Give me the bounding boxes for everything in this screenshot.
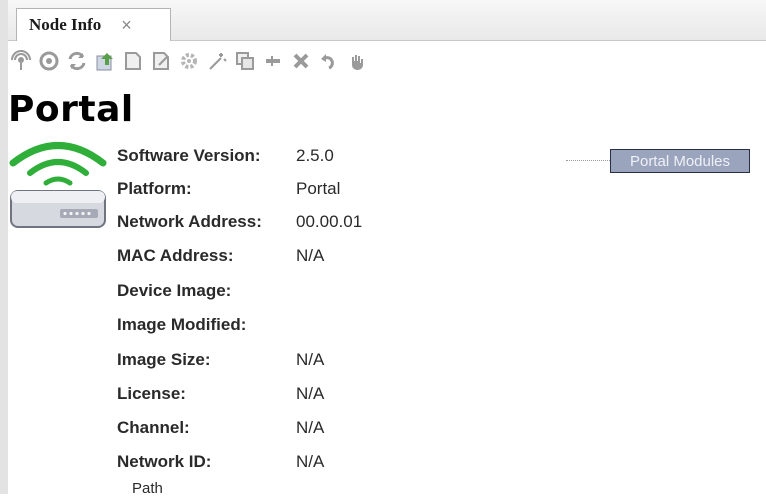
mac-address-value: N/A (296, 246, 325, 265)
delete-icon[interactable] (288, 48, 314, 74)
window-frame (0, 0, 8, 494)
network-id-label: Network ID: (117, 452, 212, 471)
refresh-icon[interactable] (64, 48, 90, 74)
portal-modules-node[interactable]: Portal Modules (610, 149, 750, 173)
tab-node-info[interactable]: Node Info × (16, 8, 171, 41)
device-image-label: Device Image: (117, 281, 232, 300)
document-edit-icon[interactable] (148, 48, 174, 74)
undo-icon[interactable] (316, 48, 342, 74)
gear-icon[interactable] (176, 48, 202, 74)
license-value: N/A (296, 384, 325, 403)
network-id-value: N/A (296, 452, 325, 471)
path-label: Path (132, 480, 163, 497)
image-modified-label: Image Modified: (117, 315, 247, 334)
channel-value: N/A (296, 418, 325, 437)
wireless-device-icon (9, 142, 107, 228)
node-title: Portal (8, 89, 134, 130)
mac-address-label: MAC Address: (117, 246, 234, 265)
remove-icon[interactable] (260, 48, 286, 74)
tab-bar: Node Info × (8, 0, 766, 41)
platform-value: Portal (296, 179, 341, 198)
upload-image-icon[interactable] (92, 48, 118, 74)
toolbar (8, 48, 528, 78)
image-size-value: N/A (296, 350, 325, 369)
channel-label: Channel: (117, 418, 190, 437)
platform-label: Platform: (117, 179, 192, 198)
hand-icon[interactable] (344, 48, 370, 74)
license-label: License: (117, 384, 186, 403)
network-address-value: 00.00.01 (296, 212, 363, 231)
module-connector-line (566, 160, 610, 161)
network-address-label: Network Address: (117, 212, 262, 231)
tab-title: Node Info (29, 15, 102, 34)
image-size-label: Image Size: (117, 350, 211, 369)
close-icon[interactable]: × (121, 16, 132, 34)
document-icon[interactable] (120, 48, 146, 74)
probe-icon[interactable] (36, 48, 62, 74)
software-version-value: 2.5.0 (296, 146, 334, 165)
software-version-label: Software Version: (117, 146, 261, 165)
copy-icon[interactable] (232, 48, 258, 74)
ping-icon[interactable] (8, 48, 34, 74)
wand-icon[interactable] (204, 48, 230, 74)
